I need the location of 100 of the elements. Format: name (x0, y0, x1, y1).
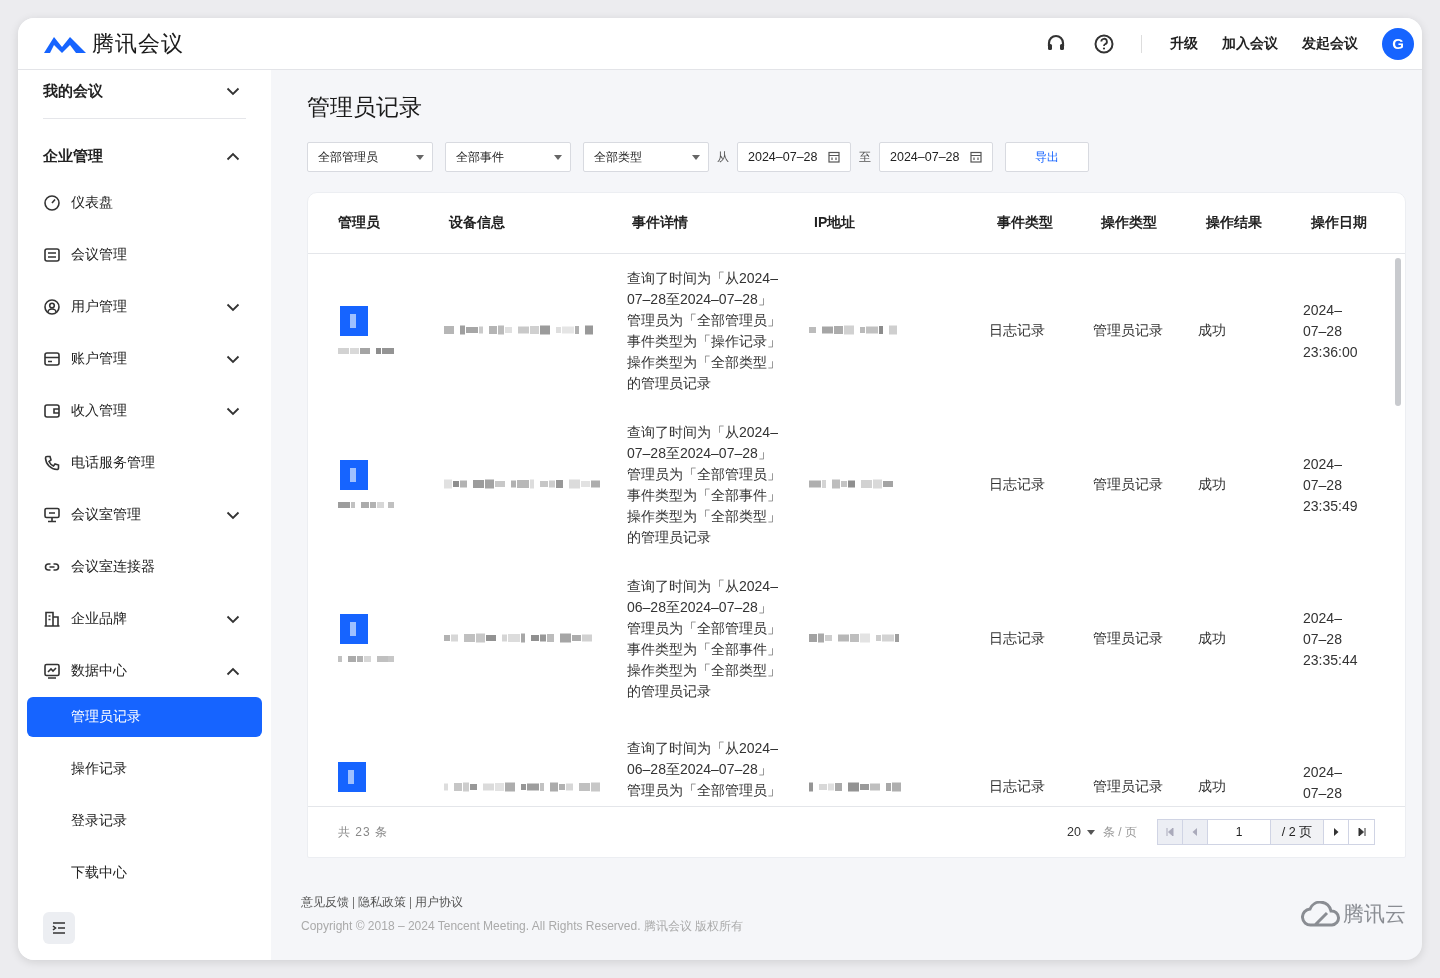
first-page-icon (1166, 828, 1174, 836)
event-detail: 查询了时间为「从2024– 07–28至2024–07–28」 管理员为「全部管理员」 事件类型为「操作记录」 操作类型为「全部类型」 的管理员记录 (627, 269, 782, 393)
table-cell: 日志记录 (989, 630, 1045, 646)
export-button[interactable]: 导出 (1005, 142, 1089, 172)
column-header: 操作结果 (1206, 214, 1263, 232)
sidebar-item[interactable]: 收入管理 (27, 385, 262, 437)
from-label: 从 (717, 148, 729, 166)
gauge-icon (43, 194, 61, 212)
phone-icon (43, 454, 61, 472)
filter-select[interactable]: 全部类型 (583, 142, 709, 172)
wallet-icon (43, 402, 61, 420)
footer-link[interactable]: 用户协议 (415, 894, 463, 911)
sidebar-subitem[interactable]: 下载中心 (27, 853, 262, 893)
footer-link[interactable]: 意见反馈 (301, 894, 349, 911)
date-cell-text: 2024– 07–28 23:35:44 (1303, 608, 1359, 670)
page-title: 管理员记录 (307, 93, 423, 122)
column-header: IP地址 (814, 214, 857, 232)
table-cell: 成功 (1198, 322, 1226, 338)
last-page-icon (1357, 828, 1366, 836)
footer-link[interactable]: 隐私政策 (358, 894, 406, 911)
caret-icon (1087, 829, 1095, 835)
collapse-button[interactable] (43, 912, 75, 944)
page-size-select[interactable]: 20 (1067, 825, 1095, 839)
column-header: 操作类型 (1101, 214, 1158, 232)
table-cell: 成功 (1198, 476, 1226, 492)
date-field[interactable]: 2024–07–28 (737, 142, 851, 172)
sidebar-subitem[interactable]: 登录记录 (27, 801, 262, 841)
sidebar-item[interactable]: 数据中心 (27, 645, 262, 697)
event-detail: 查询了时间为「从2024– 06–28至2024–07–28」 管理员为「全部管理员」 事件类型为「全部事件」 操作类型为「全部类型」 的管理员记录 (627, 577, 782, 701)
logo-text: 腾讯会议 (92, 29, 184, 58)
sidebar-item[interactable]: 用户管理 (27, 281, 262, 333)
column-header: 设备信息 (449, 214, 506, 232)
chart-icon (43, 662, 61, 680)
date-cell-text: 2024– 07–28 23:36:00 (1303, 300, 1359, 362)
next-page-icon (1333, 828, 1339, 836)
cloud-icon (1301, 901, 1341, 927)
list-icon (43, 246, 61, 264)
table-cell: 日志记录 (989, 322, 1045, 338)
total-count: 共 23 条 (338, 823, 388, 841)
calendar-icon (828, 151, 840, 163)
card-icon (43, 350, 61, 368)
table-cell: 管理员记录 (1093, 476, 1163, 492)
sidebar-item[interactable]: 仪表盘 (27, 177, 262, 229)
event-detail: 查询了时间为「从2024– 07–28至2024–07–28」 管理员为「全部管理员」 事件类型为「全部事件」 操作类型为「全部类型」 的管理员记录 (627, 423, 782, 547)
filter-select[interactable]: 全部管理员 (307, 142, 433, 172)
per-page-label: 条 / 页 (1103, 823, 1137, 841)
table-cell: 成功 (1198, 630, 1226, 646)
item-label: 企业品牌 (71, 610, 128, 628)
redacted-avatar-drawing (338, 613, 394, 662)
table-cell: 日志记录 (989, 476, 1045, 492)
avatar[interactable]: G (1382, 27, 1414, 60)
item-label: 账户管理 (71, 350, 128, 368)
item-label: 会议室管理 (71, 506, 142, 524)
sidebar-item[interactable]: 会议室连接器 (27, 541, 262, 593)
header-link[interactable]: 发起会议 (1302, 34, 1358, 53)
item-label: 会议管理 (71, 246, 128, 264)
filter-select[interactable]: 全部事件 (445, 142, 571, 172)
to-label: 至 (859, 148, 871, 166)
header-link[interactable]: 升级 (1170, 34, 1198, 53)
date-cell-text: 2024– 07–28 23:35:49 (1303, 454, 1359, 516)
brand-name: 腾讯云 (1343, 901, 1406, 927)
sidebar-subitem[interactable]: 管理员记录 (27, 697, 262, 737)
event-detail: 查询了时间为「从2024– 06–28至2024–07–28」 管理员为「全部管理员」 (627, 739, 782, 800)
collapse-icon (51, 921, 67, 935)
table-cell: 管理员记录 (1093, 630, 1163, 646)
table-cell: 成功 (1198, 778, 1226, 794)
item-label: 电话服务管理 (71, 454, 156, 472)
section-label: 我的会议 (43, 81, 103, 101)
screen-icon (43, 506, 61, 524)
item-label: 仪表盘 (71, 194, 114, 212)
item-label: 数据中心 (71, 662, 128, 680)
header-link[interactable]: 加入会议 (1222, 34, 1278, 53)
item-label: 收入管理 (71, 402, 128, 420)
sidebar-section[interactable]: 企业管理 (27, 135, 262, 177)
item-label: 用户管理 (71, 298, 128, 316)
page-count: / 2 页 (1271, 820, 1324, 844)
building-icon (43, 610, 61, 628)
column-header: 操作日期 (1311, 214, 1368, 232)
sidebar-item[interactable]: 账户管理 (27, 333, 262, 385)
sidebar-subitem[interactable]: 操作记录 (27, 749, 262, 789)
table-cell: 管理员记录 (1093, 778, 1163, 794)
user-icon (43, 298, 61, 316)
date-field[interactable]: 2024–07–28 (879, 142, 993, 172)
sidebar-item[interactable]: 会议室管理 (27, 489, 262, 541)
caret-icon (554, 154, 562, 160)
column-header: 事件类型 (997, 214, 1054, 232)
prev-page-icon (1192, 828, 1198, 836)
help-icon[interactable] (1093, 32, 1115, 55)
column-header: 管理员 (338, 214, 381, 232)
calendar-icon (970, 151, 982, 163)
table-cell: 日志记录 (989, 778, 1045, 794)
caret-icon (692, 154, 700, 160)
sidebar-section[interactable]: 我的会议 (27, 70, 262, 112)
caret-icon (416, 154, 424, 160)
redacted-avatar-drawing (338, 762, 368, 792)
sidebar-item[interactable]: 会议管理 (27, 229, 262, 281)
sidebar-item[interactable]: 企业品牌 (27, 593, 262, 645)
column-header: 事件详情 (632, 214, 689, 232)
sidebar-item[interactable]: 电话服务管理 (27, 437, 262, 489)
table-cell: 管理员记录 (1093, 322, 1163, 338)
